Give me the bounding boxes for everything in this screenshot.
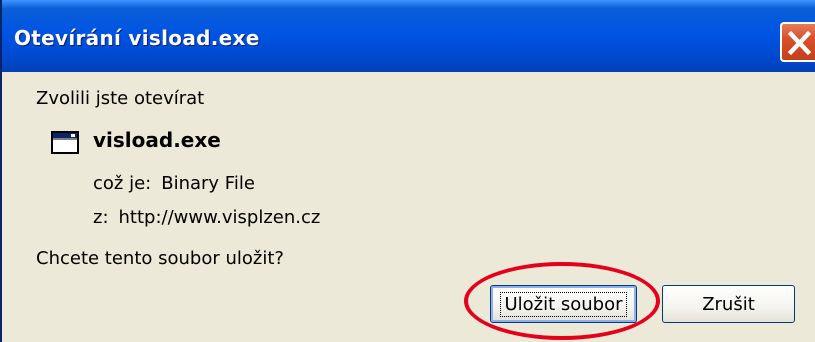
file-type-label: což je: bbox=[93, 173, 152, 194]
file-name: visload.exe bbox=[93, 128, 221, 152]
dialog-title: Otevírání visload.exe bbox=[14, 26, 260, 50]
save-file-button[interactable]: Uložit soubor bbox=[490, 285, 637, 323]
file-type-value: Binary File bbox=[161, 173, 255, 194]
save-question: Chcete tento soubor uložit? bbox=[36, 248, 284, 269]
close-icon bbox=[787, 30, 812, 56]
file-source-row: z: http://www.visplzen.cz bbox=[93, 207, 320, 228]
cancel-button[interactable]: Zrušit bbox=[662, 285, 795, 323]
save-file-dialog: Otevírání visload.exe Zvolili jste oteví… bbox=[0, 0, 815, 342]
file-source-label: z: bbox=[93, 207, 109, 228]
save-file-button-label: Uložit soubor bbox=[500, 291, 627, 317]
title-bar[interactable]: Otevírání visload.exe bbox=[2, 0, 815, 72]
dialog-prompt: Zvolili jste otevírat bbox=[36, 88, 205, 109]
application-window-icon bbox=[51, 131, 79, 154]
cancel-button-label: Zrušit bbox=[702, 293, 755, 315]
file-source-url: http://www.visplzen.cz bbox=[118, 207, 321, 228]
file-type-row: což je: Binary File bbox=[93, 173, 255, 194]
close-button[interactable] bbox=[780, 22, 815, 62]
